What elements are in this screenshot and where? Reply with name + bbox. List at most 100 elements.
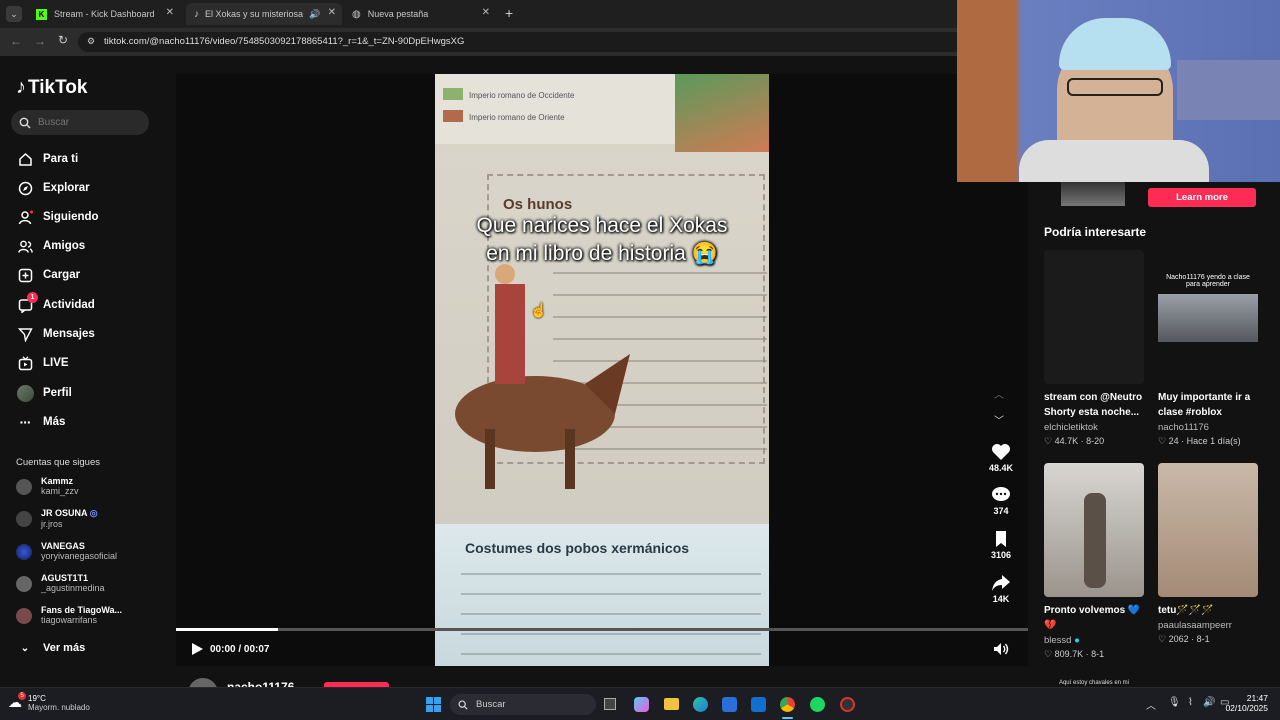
caption-line: Que narices hace el Xokas <box>476 214 728 237</box>
active-app-indicator <box>782 717 793 719</box>
clock-time: 21:47 <box>1246 693 1268 703</box>
clock[interactable]: 21:47 02/10/2025 <box>1224 693 1268 713</box>
close-icon[interactable]: ✕ <box>166 7 174 18</box>
map-illustration <box>675 74 769 154</box>
legend-text: Imperio romano de Oriente <box>469 113 565 122</box>
tab-kick-dashboard[interactable]: K Stream - Kick Dashboard ✕ <box>28 3 180 25</box>
following-item[interactable]: Fans de TiagoWa... tiagowarrifans <box>16 605 122 625</box>
following-name: VANEGAS <box>41 541 85 551</box>
speaker-icon[interactable]: 🔊 <box>309 9 320 20</box>
taskbar-search[interactable]: Buscar <box>450 694 596 715</box>
file-explorer-icon[interactable] <box>664 698 679 710</box>
compass-icon <box>16 179 34 197</box>
reload-icon[interactable]: ↻ <box>58 33 68 47</box>
nav-cargar[interactable]: Cargar <box>16 266 80 284</box>
next-video-icon[interactable]: ﹀ <box>994 412 1004 427</box>
spotify-icon[interactable] <box>810 697 825 712</box>
volume-button[interactable] <box>993 642 1009 661</box>
start-button[interactable] <box>426 697 441 717</box>
nav-mensajes[interactable]: Mensajes <box>16 325 95 343</box>
following-item[interactable]: JR OSUNA ◎ jr.jros <box>16 508 98 529</box>
app-icon[interactable] <box>840 697 855 712</box>
see-more-label: Ver más <box>43 642 86 654</box>
nav-label: Cargar <box>43 269 81 281</box>
following-item[interactable]: AGUST1T1 _agustinmedina <box>16 573 105 593</box>
tab-tiktok-video[interactable]: ♪ El Xokas y su misteriosa ap 🔊 ✕ <box>186 3 342 25</box>
inbox-icon: 1 <box>16 292 38 314</box>
search-icon <box>458 699 468 710</box>
nav-label: Amigos <box>43 240 86 252</box>
card-meta: ♡ 2062 · 8-1 <box>1158 634 1210 644</box>
weather-icon: ☁ 5 <box>8 692 26 712</box>
see-more-button[interactable]: ⌄ Ver más <box>16 639 85 657</box>
nav-siguiendo[interactable]: Siguiendo <box>16 208 99 226</box>
wifi-icon[interactable]: ⌇ <box>1188 697 1193 708</box>
learn-more-button[interactable]: Learn more <box>1148 188 1256 207</box>
comment-button[interactable]: 374 <box>985 484 1017 516</box>
bookmark-button[interactable]: 3106 <box>985 528 1017 560</box>
card-author: nacho11176 <box>1158 422 1209 433</box>
following-title: Cuentas que sigues <box>16 457 100 468</box>
notification-badge: 1 <box>27 292 38 303</box>
task-view-icon[interactable] <box>604 698 616 710</box>
progress-track[interactable] <box>176 628 1028 631</box>
card-meta: ♡ 44.7K · 8-20 <box>1044 436 1105 446</box>
play-icon <box>192 643 203 655</box>
back-icon[interactable]: ← <box>10 34 22 48</box>
play-button[interactable] <box>190 642 204 661</box>
webcam-shelf <box>1177 60 1280 120</box>
chrome-icon[interactable] <box>780 697 795 712</box>
microphone-icon[interactable]: 🎙 <box>1168 697 1181 708</box>
previous-video-icon[interactable]: ︿ <box>994 386 1004 401</box>
tab-new-tab[interactable]: ◍ Nueva pestaña ✕ <box>344 3 496 25</box>
new-tab-button[interactable]: + <box>505 5 513 21</box>
video-frame[interactable]: Imperio romano de Occidente Imperio roma… <box>435 74 769 666</box>
card-title: Muy importante ir a clase #roblox <box>1158 392 1251 418</box>
weather-widget[interactable]: ☁ 5 19°C Mayorm. nublado <box>8 692 90 712</box>
following-name: AGUST1T1 <box>41 573 89 583</box>
close-icon[interactable]: ✕ <box>328 7 336 18</box>
book-body-text <box>461 566 761 666</box>
thumbnail-overlay-text: Nacho11176 yendo a clase para aprender <box>1166 274 1250 288</box>
copilot-icon[interactable] <box>634 697 649 712</box>
tab-list-button[interactable]: ⌄ <box>6 6 22 22</box>
author-name[interactable]: nacho11176 <box>227 680 294 687</box>
book-heading: Os hunos <box>503 196 573 213</box>
outlook-icon[interactable] <box>751 697 766 712</box>
like-button[interactable]: 48.4K <box>985 441 1017 473</box>
search-bar[interactable] <box>11 110 149 135</box>
tab-label: El Xokas y su misteriosa ap <box>205 9 305 19</box>
store-icon[interactable] <box>722 697 737 712</box>
recommend-card[interactable]: stream con @Neutro Shorty esta noche... … <box>1044 250 1144 447</box>
legend-text: Imperio romano de Occidente <box>469 91 575 100</box>
nav-amigos[interactable]: Amigos <box>16 237 85 255</box>
close-icon[interactable]: ✕ <box>482 7 490 18</box>
search-input[interactable] <box>38 117 138 128</box>
edge-icon[interactable] <box>693 697 708 712</box>
volume-tray-icon[interactable]: 🔊 <box>1203 697 1215 708</box>
thumbnail-person <box>1084 493 1106 588</box>
recommend-card[interactable]: tetu🪄🪄🪄 paaulasaampeerr ♡ 2062 · 8-1 <box>1158 463 1258 645</box>
verified-icon: ◎ <box>89 508 98 518</box>
url-field[interactable]: ⚙ tiktok.com/@nacho11176/video/754850309… <box>78 32 978 52</box>
nav-perfil[interactable]: Perfil <box>16 384 72 402</box>
following-item[interactable]: VANEGAS yoryivanegasoficial <box>16 541 117 561</box>
forward-icon[interactable]: → <box>34 34 46 48</box>
nav-actividad[interactable]: 1 Actividad <box>16 292 95 314</box>
nav-live[interactable]: LIVE <box>16 354 69 372</box>
tiktok-logo[interactable]: ♪ TikTok <box>16 76 87 99</box>
tray-chevron-icon[interactable]: ︿ <box>1146 697 1156 712</box>
next-card-overlay-text: Aquí estoy chavales en mi <box>1058 680 1130 686</box>
avatar <box>16 511 32 527</box>
nav-mas[interactable]: ··· Más <box>16 413 66 431</box>
nav-para-ti[interactable]: Para ti <box>16 150 78 168</box>
share-button[interactable]: 14K <box>985 572 1017 604</box>
search-icon <box>19 117 31 128</box>
comment-count: 374 <box>993 506 1009 516</box>
ad-thumbnail[interactable] <box>1061 182 1125 206</box>
recommend-card[interactable]: Nacho11176 yendo a clase para aprender M… <box>1158 250 1258 447</box>
nav-explorar[interactable]: Explorar <box>16 179 90 197</box>
recommend-card[interactable]: Pronto volvemos 💙💔 blessd ● ♡ 809.7K · 8… <box>1044 463 1144 660</box>
following-item[interactable]: Kammz kami_zzv <box>16 476 79 496</box>
site-info-icon[interactable]: ⚙ <box>87 36 95 47</box>
